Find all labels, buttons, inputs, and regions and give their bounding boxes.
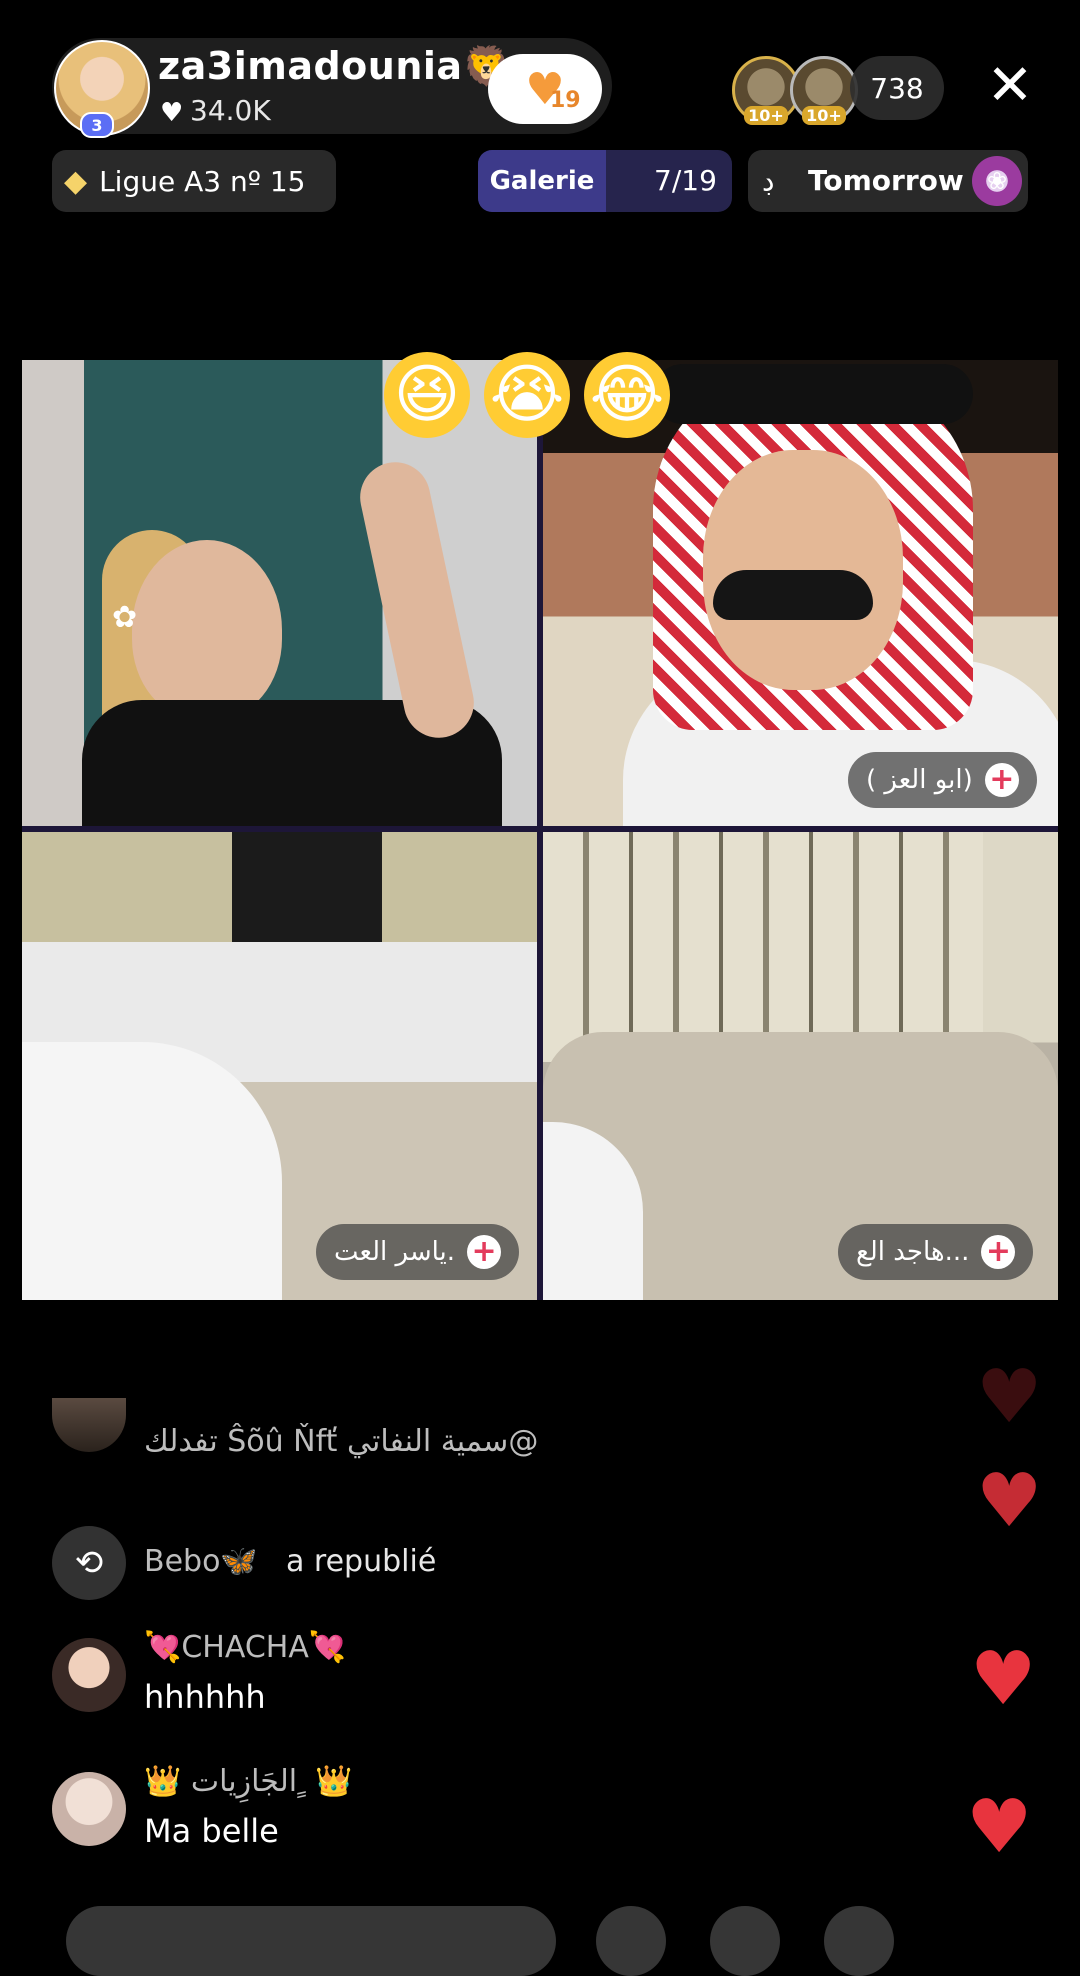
bottom-action-button[interactable] (710, 1906, 780, 1976)
comment-username[interactable]: Bebo🦋 (144, 1544, 258, 1579)
diamond-icon: ◆ (64, 163, 88, 199)
tears-of-joy-emoji-icon: 😂 (584, 352, 670, 438)
video-figure (653, 364, 973, 424)
guest-name-tag[interactable]: ياسر العت. + (316, 1224, 520, 1280)
gallery-pill[interactable]: Galerie 7/19 (478, 150, 732, 212)
league-pill[interactable]: ◆ Ligue A3 nº 15 (52, 150, 336, 212)
guest-name: ياسر العت. (334, 1237, 456, 1267)
comment-message: Ma belle (144, 1812, 279, 1850)
plus-icon[interactable]: + (981, 1235, 1016, 1269)
plus-icon[interactable]: + (984, 763, 1019, 797)
guest-name: هاجد الع... (856, 1237, 970, 1267)
viewer-count[interactable]: 738 (850, 56, 944, 120)
host-level-badge: 3 (80, 112, 114, 138)
heart-icon: ♥ (976, 1354, 1043, 1440)
comment-action: a republié (286, 1544, 437, 1579)
video-background (232, 832, 382, 942)
comment-username[interactable]: 💘CHACHA💘 (144, 1630, 346, 1665)
crying-emoji-icon: 😭 (484, 352, 570, 438)
avatar[interactable] (52, 1638, 126, 1712)
host-name[interactable]: za3imadounia🦁 (158, 44, 510, 89)
video-figure (713, 570, 873, 620)
avatar[interactable] (52, 1398, 126, 1452)
repost-icon: ⟲ (52, 1526, 126, 1600)
guest-name-tag[interactable]: ( ابو العز) + (848, 752, 1037, 808)
video-background (543, 832, 983, 1062)
heart-icon: ♥ (966, 1784, 1033, 1870)
video-figure (22, 1042, 282, 1300)
avatar[interactable] (52, 1772, 126, 1846)
event-logo-icon: ❀ (972, 156, 1022, 206)
reaction-emojis: 😆 😭 😂 (384, 352, 670, 438)
host-likes-count: 34.0K (190, 94, 271, 127)
event-pill[interactable]: ڊ Tomorrow ❀ (748, 150, 1028, 212)
follow-button[interactable]: ♥ 19 (488, 54, 602, 124)
bottom-action-button[interactable] (824, 1906, 894, 1976)
heart-icon: ♥ (970, 1636, 1037, 1722)
viewer-badge: 10+ (744, 106, 788, 125)
flower-icon: ✿ (112, 600, 138, 635)
heart-icon: ♥ (160, 98, 184, 128)
plus-icon[interactable]: + (467, 1235, 502, 1269)
comment-input[interactable] (66, 1906, 556, 1976)
heart-icon: ♥ (976, 1458, 1043, 1544)
comment-text: تفدلك Ŝõû Ňfť سمية النفاتي@ (144, 1424, 539, 1459)
viewer-badge: 10+ (802, 106, 846, 125)
guest-name-tag[interactable]: هاجد الع... + (838, 1224, 1034, 1280)
follow-count: 19 (550, 88, 581, 113)
laughing-emoji-icon: 😆 (384, 352, 470, 438)
comment-message: hhhhhh (144, 1678, 266, 1716)
video-figure (132, 540, 282, 720)
top-viewer-avatar[interactable]: 10+ (790, 56, 858, 125)
guest-name: ( ابو العز) (866, 765, 973, 795)
event-prefix: ڊ (762, 164, 775, 197)
league-label: Ligue A3 nº 15 (99, 164, 306, 198)
comment-username[interactable]: 👑 الجَازِيات ٍ 👑 (144, 1764, 353, 1799)
close-icon[interactable]: ✕ (980, 56, 1040, 116)
multi-guest-video-grid: ✿ (22, 360, 1058, 1300)
gallery-label: Galerie (478, 150, 606, 212)
bottom-action-button[interactable] (596, 1906, 666, 1976)
gallery-count: 7/19 (654, 164, 717, 197)
event-label: Tomorrow (808, 164, 964, 197)
